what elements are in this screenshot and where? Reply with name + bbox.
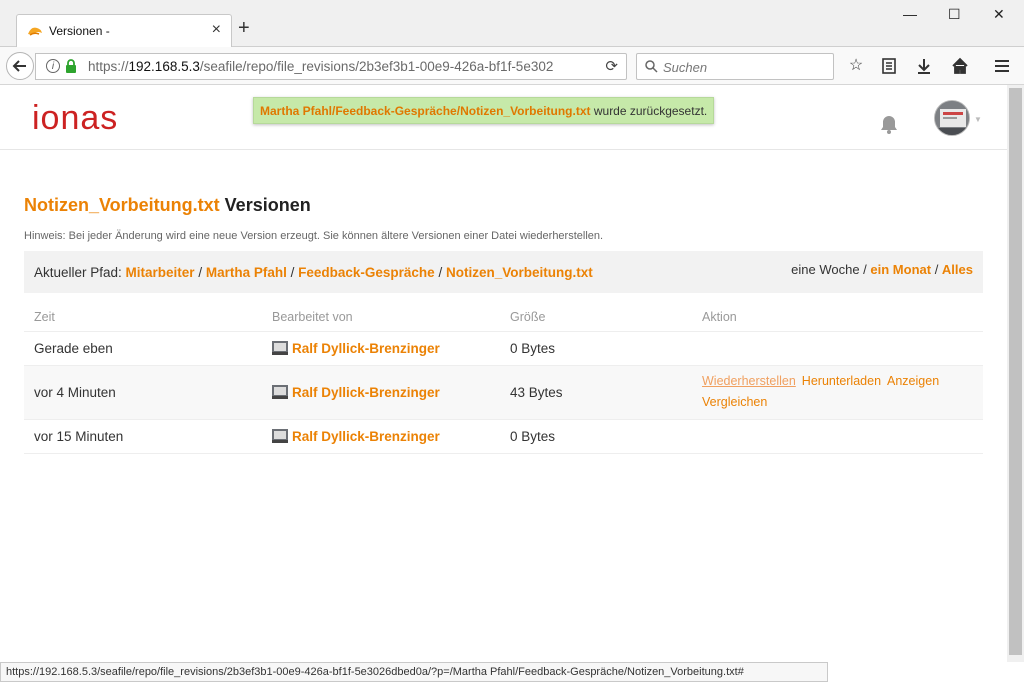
lock-icon bbox=[66, 59, 76, 73]
status-bar-url: https://192.168.5.3/seafile/repo/file_re… bbox=[0, 662, 828, 682]
breadcrumb-separator: / bbox=[194, 265, 206, 280]
range-month[interactable]: ein Monat bbox=[870, 262, 931, 277]
notice-message: wurde zurückgesetzt. bbox=[590, 104, 708, 118]
maximize-button[interactable]: ☐ bbox=[948, 6, 961, 23]
range-separator: / bbox=[859, 262, 871, 277]
menu-icon[interactable] bbox=[992, 56, 1012, 76]
path-bar: Aktueller Pfad: Mitarbeiter / Martha Pfa… bbox=[24, 251, 983, 293]
bell-icon[interactable] bbox=[878, 113, 900, 135]
title-suffix: Versionen bbox=[219, 195, 311, 215]
page-viewport: ionas Martha Pfahl/Feedback-Gespräche/No… bbox=[0, 85, 1007, 662]
avatar-image-icon bbox=[935, 101, 969, 135]
user-avatar-icon bbox=[272, 384, 288, 399]
row-time: vor 15 Minuten bbox=[24, 419, 262, 454]
logo[interactable]: ionas bbox=[32, 99, 118, 138]
browser-tab[interactable]: Versionen - × bbox=[16, 14, 232, 47]
header-author: Bearbeitet von bbox=[262, 303, 500, 332]
range-all[interactable]: Alles bbox=[942, 262, 973, 277]
row-time: vor 4 Minuten bbox=[24, 365, 262, 420]
reload-icon[interactable]: ⟳ bbox=[605, 57, 618, 75]
row-size: 0 Bytes bbox=[500, 331, 692, 366]
reset-notice: Martha Pfahl/Feedback-Gespräche/Notizen_… bbox=[253, 97, 715, 124]
author-link[interactable]: Ralf Dyllick-Brenzinger bbox=[292, 341, 440, 356]
site-header: ionas Martha Pfahl/Feedback-Gespräche/No… bbox=[0, 85, 1007, 150]
new-tab-button[interactable]: + bbox=[238, 18, 250, 38]
home-icon[interactable] bbox=[950, 56, 970, 76]
header-time: Zeit bbox=[24, 303, 262, 332]
search-input[interactable]: Suchen bbox=[663, 60, 707, 75]
user-avatar-icon bbox=[272, 340, 288, 355]
header-action: Aktion bbox=[692, 303, 983, 332]
scrollbar-thumb[interactable] bbox=[1009, 88, 1022, 655]
row-actions bbox=[692, 331, 983, 366]
tab-close-icon[interactable]: × bbox=[212, 21, 221, 39]
avatar[interactable] bbox=[934, 100, 970, 136]
range-week[interactable]: eine Woche bbox=[791, 262, 859, 277]
minimize-button[interactable]: — bbox=[903, 6, 917, 22]
back-arrow-icon bbox=[12, 60, 26, 72]
search-icon bbox=[645, 60, 658, 73]
url-text[interactable]: https://192.168.5.3/seafile/repo/file_re… bbox=[88, 59, 574, 74]
table-row: vor 15 Minuten Ralf Dyllick-Brenzinger 0… bbox=[24, 419, 983, 454]
breadcrumb-martha-pfahl[interactable]: Martha Pfahl bbox=[206, 265, 287, 280]
breadcrumb: Aktueller Pfad: Mitarbeiter / Martha Pfa… bbox=[34, 265, 593, 280]
bottom-area bbox=[828, 662, 1024, 682]
row-author-cell: Ralf Dyllick-Brenzinger bbox=[262, 419, 500, 454]
bookmark-star-icon[interactable]: ☆ bbox=[846, 56, 866, 76]
back-button[interactable] bbox=[6, 52, 34, 80]
header-size: Größe bbox=[500, 303, 692, 332]
breadcrumb-feedback[interactable]: Feedback-Gespräche bbox=[298, 265, 435, 280]
breadcrumb-separator: / bbox=[286, 265, 299, 280]
breadcrumb-file[interactable]: Notizen_Vorbeitung.txt bbox=[446, 265, 593, 280]
range-separator: / bbox=[931, 262, 942, 277]
table-row: Gerade eben Ralf Dyllick-Brenzinger 0 By… bbox=[24, 331, 983, 366]
download-icon[interactable] bbox=[914, 56, 934, 76]
seafile-favicon-icon bbox=[28, 27, 42, 36]
author-link[interactable]: Ralf Dyllick-Brenzinger bbox=[292, 429, 440, 444]
row-author-cell: Ralf Dyllick-Brenzinger bbox=[262, 331, 500, 366]
compare-link[interactable]: Vergleichen bbox=[702, 395, 767, 409]
table-row: vor 4 Minuten Ralf Dyllick-Brenzinger 43… bbox=[24, 365, 983, 420]
view-link[interactable]: Anzeigen bbox=[887, 374, 939, 388]
row-actions bbox=[692, 419, 983, 454]
author-link[interactable]: Ralf Dyllick-Brenzinger bbox=[292, 385, 440, 400]
reading-list-icon[interactable] bbox=[879, 56, 899, 76]
path-label: Aktueller Pfad: bbox=[34, 265, 126, 280]
file-name: Notizen_Vorbeitung.txt bbox=[24, 195, 220, 215]
user-avatar-icon bbox=[272, 428, 288, 443]
close-window-button[interactable]: ✕ bbox=[993, 6, 1005, 23]
notice-path: Martha Pfahl/Feedback-Gespräche/Notizen_… bbox=[260, 104, 591, 118]
revisions-table: Zeit Bearbeitet von Größe Aktion Gerade … bbox=[24, 303, 983, 454]
url-bar[interactable]: i https://192.168.5.3/seafile/repo/file_… bbox=[35, 53, 627, 80]
table-header-row: Zeit Bearbeitet von Größe Aktion bbox=[24, 303, 983, 332]
breadcrumb-separator: / bbox=[434, 265, 446, 280]
time-range-filter: eine Woche / ein Monat / Alles bbox=[791, 262, 973, 277]
breadcrumb-mitarbeiter[interactable]: Mitarbeiter bbox=[126, 265, 195, 280]
vertical-scrollbar[interactable] bbox=[1007, 85, 1024, 662]
row-author-cell: Ralf Dyllick-Brenzinger bbox=[262, 365, 500, 420]
row-time: Gerade eben bbox=[24, 331, 262, 366]
browser-navbar: i https://192.168.5.3/seafile/repo/file_… bbox=[0, 47, 1024, 85]
browser-titlebar: Versionen - × + — ☐ ✕ bbox=[0, 0, 1024, 47]
tab-title: Versionen - bbox=[49, 24, 110, 38]
search-bar[interactable]: Suchen bbox=[636, 53, 834, 80]
chevron-down-icon[interactable]: ▼ bbox=[974, 115, 982, 124]
row-size: 0 Bytes bbox=[500, 419, 692, 454]
download-link[interactable]: Herunterladen bbox=[802, 374, 881, 388]
row-actions: Wiederherstellen Herunterladen Anzeigen Ver… bbox=[692, 365, 983, 420]
page-title: Notizen_Vorbeitung.txt Versionen bbox=[24, 195, 311, 216]
restore-link[interactable]: Wiederherstellen bbox=[702, 374, 796, 388]
info-icon[interactable]: i bbox=[46, 59, 60, 73]
hint-text: Hinweis: Bei jeder Änderung wird eine ne… bbox=[24, 230, 604, 242]
row-size: 43 Bytes bbox=[500, 365, 692, 420]
